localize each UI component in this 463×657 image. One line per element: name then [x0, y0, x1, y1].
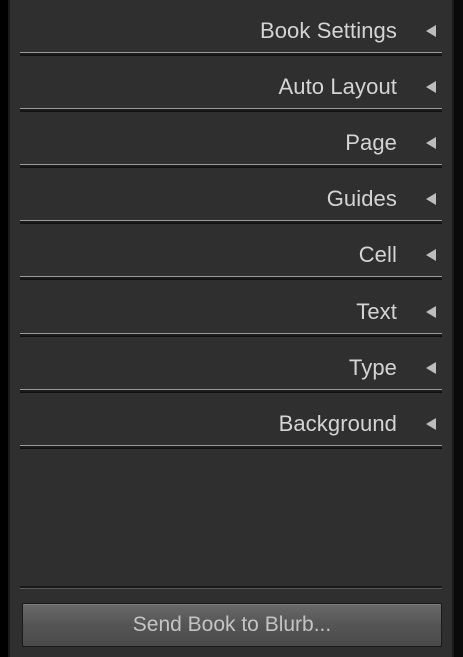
section-divider [20, 276, 442, 280]
bottom-divider [20, 586, 442, 589]
section-guides[interactable]: Guides [10, 168, 452, 224]
collapse-arrow-icon[interactable] [426, 193, 436, 205]
section-label: Book Settings [259, 18, 397, 43]
collapse-arrow-icon[interactable] [426, 25, 436, 37]
section-label: Text [356, 299, 397, 324]
section-background[interactable]: Background [10, 393, 452, 449]
section-header[interactable]: Guides [10, 168, 452, 220]
section-auto-layout[interactable]: Auto Layout [10, 56, 452, 112]
section-header[interactable]: Page [10, 112, 452, 164]
section-cell[interactable]: Cell [10, 224, 452, 280]
section-label: Auto Layout [278, 74, 397, 99]
section-label: Cell [358, 242, 397, 267]
book-right-panel: Book Settings Auto Layout Page Guides Ce… [8, 0, 454, 657]
section-header[interactable]: Book Settings [10, 0, 452, 52]
section-header[interactable]: Auto Layout [10, 56, 452, 108]
section-header[interactable]: Type [10, 337, 452, 389]
section-label: Type [348, 355, 397, 380]
section-book-settings[interactable]: Book Settings [10, 0, 452, 56]
send-book-to-blurb-button[interactable]: Send Book to Blurb... [22, 603, 442, 647]
section-header[interactable]: Text [10, 281, 452, 333]
collapse-arrow-icon[interactable] [426, 81, 436, 93]
collapse-arrow-icon[interactable] [426, 362, 436, 374]
app-frame: Book Settings Auto Layout Page Guides Ce… [0, 0, 463, 657]
section-divider [20, 445, 442, 449]
collapse-arrow-icon[interactable] [426, 418, 436, 430]
collapse-arrow-icon[interactable] [426, 249, 436, 261]
collapse-arrow-icon[interactable] [426, 137, 436, 149]
section-header[interactable]: Cell [10, 224, 452, 276]
scroll-edge [454, 0, 463, 657]
section-header[interactable]: Background [10, 393, 452, 445]
section-label: Page [345, 130, 397, 155]
section-label: Guides [326, 186, 397, 211]
section-text[interactable]: Text [10, 281, 452, 337]
collapse-arrow-icon[interactable] [426, 306, 436, 318]
section-page[interactable]: Page [10, 112, 452, 168]
section-label: Background [278, 411, 397, 436]
section-type[interactable]: Type [10, 337, 452, 393]
